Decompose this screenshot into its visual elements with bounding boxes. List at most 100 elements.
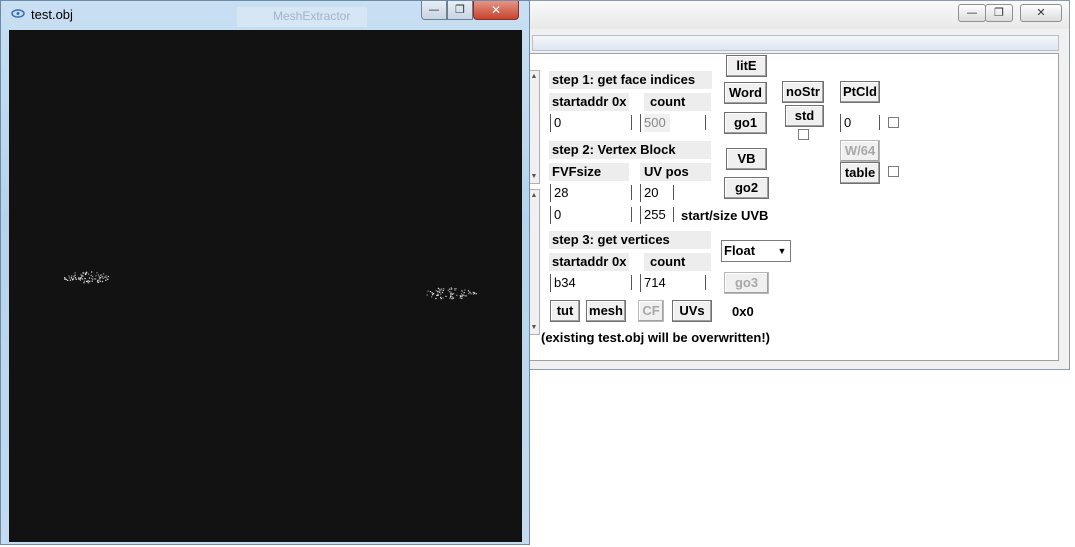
cf-button: CF bbox=[638, 300, 664, 322]
point bbox=[439, 291, 441, 293]
render-canvas[interactable] bbox=[9, 30, 522, 542]
step3-startaddr-label: startaddr 0x bbox=[549, 253, 629, 271]
point bbox=[103, 273, 105, 275]
point bbox=[80, 277, 82, 279]
step2-uvb-size-field[interactable]: 255 bbox=[640, 206, 674, 224]
point bbox=[105, 279, 107, 281]
step3-header: step 3: get vertices bbox=[549, 231, 711, 249]
viewer-close-button[interactable]: ✕ bbox=[473, 1, 519, 20]
point bbox=[456, 294, 458, 296]
tut-button[interactable]: tut bbox=[550, 300, 580, 322]
step2-fvfsize-value: 28 bbox=[554, 185, 569, 200]
point bbox=[88, 277, 91, 279]
viewer-minimize-button[interactable]: — bbox=[421, 1, 447, 20]
std-button[interactable]: std bbox=[785, 105, 824, 127]
point bbox=[83, 282, 85, 284]
step1-count-label: count bbox=[644, 93, 711, 111]
point bbox=[97, 281, 100, 283]
scroll-up-arrow-icon[interactable]: ▲ bbox=[529, 72, 539, 82]
point bbox=[469, 291, 471, 293]
chevron-down-icon[interactable]: ▼ bbox=[775, 242, 789, 260]
point bbox=[459, 297, 461, 299]
table-button[interactable]: table bbox=[840, 162, 880, 184]
point bbox=[98, 276, 100, 278]
point bbox=[463, 294, 465, 297]
point bbox=[102, 277, 104, 279]
point bbox=[451, 288, 453, 290]
word-button[interactable]: Word bbox=[724, 82, 767, 104]
step2-uvb-start-field[interactable]: 0 bbox=[550, 206, 632, 224]
point bbox=[463, 292, 465, 294]
step2-uvb-size-value: 255 bbox=[644, 207, 666, 222]
point bbox=[451, 298, 453, 300]
point bbox=[81, 274, 83, 276]
step1-startaddr-label: startaddr 0x bbox=[549, 93, 629, 111]
uvs-button[interactable]: UVs bbox=[672, 300, 712, 322]
point bbox=[474, 291, 476, 294]
extractor-restore-button[interactable]: ❐ bbox=[985, 4, 1013, 22]
ptcld-field[interactable]: 0 bbox=[840, 114, 880, 132]
point bbox=[470, 293, 472, 295]
scroll-up-arrow-icon[interactable]: ▲ bbox=[529, 191, 539, 201]
mesh-button[interactable]: mesh bbox=[586, 300, 626, 322]
point bbox=[83, 280, 85, 282]
scroll-down-arrow-icon[interactable]: ▼ bbox=[529, 172, 539, 182]
point bbox=[78, 278, 80, 280]
format-select[interactable]: Float ▼ bbox=[721, 240, 791, 262]
lite-button[interactable]: litE bbox=[726, 55, 767, 77]
point bbox=[472, 291, 474, 294]
point bbox=[97, 274, 99, 276]
point bbox=[85, 280, 88, 282]
point bbox=[99, 278, 101, 280]
mesh-extractor-window: — ❐ ✕ ▲ ▼ ▲ ▼ step 1: get face indices s… bbox=[527, 0, 1070, 370]
step1-startaddr-value: 0 bbox=[554, 115, 562, 130]
table-checkbox[interactable] bbox=[888, 166, 899, 177]
ptcld-button[interactable]: PtCld bbox=[840, 81, 880, 103]
point bbox=[91, 271, 93, 273]
point bbox=[69, 279, 71, 281]
point bbox=[427, 290, 429, 292]
point-cloud-render bbox=[64, 271, 477, 300]
point bbox=[451, 292, 453, 295]
go1-button[interactable]: go1 bbox=[724, 112, 767, 134]
point bbox=[435, 297, 437, 300]
point bbox=[453, 293, 455, 295]
point bbox=[88, 273, 90, 275]
point bbox=[449, 288, 451, 290]
step3-count-value: 714 bbox=[644, 275, 666, 290]
point bbox=[72, 279, 74, 281]
point bbox=[440, 293, 442, 295]
point bbox=[431, 296, 433, 298]
step3-count-field[interactable]: 714 bbox=[640, 274, 706, 292]
go3-button: go3 bbox=[724, 272, 769, 294]
extractor-title-bar[interactable]: — ❐ ✕ bbox=[528, 1, 1069, 29]
step2-uvpos-field[interactable]: 20 bbox=[640, 184, 674, 202]
viewer-title: test.obj bbox=[31, 7, 73, 22]
ptcld-checkbox[interactable] bbox=[888, 117, 899, 128]
point bbox=[74, 274, 76, 276]
point bbox=[67, 279, 69, 281]
step3-startaddr-field[interactable]: b34 bbox=[550, 274, 632, 292]
point bbox=[79, 279, 81, 281]
nostr-button[interactable]: noStr bbox=[782, 81, 824, 103]
point bbox=[439, 288, 441, 290]
point bbox=[475, 293, 477, 295]
vb-button[interactable]: VB bbox=[726, 148, 767, 170]
point bbox=[461, 297, 463, 299]
point bbox=[104, 276, 106, 278]
point bbox=[73, 276, 75, 278]
point bbox=[455, 288, 457, 290]
step1-count-field: 500 bbox=[640, 114, 706, 132]
point bbox=[441, 291, 444, 294]
std-checkbox[interactable] bbox=[798, 129, 809, 140]
extractor-close-button[interactable]: ✕ bbox=[1020, 4, 1062, 22]
w64-button: W/64 bbox=[840, 140, 880, 162]
viewer-restore-button[interactable]: ❐ bbox=[447, 1, 473, 20]
point bbox=[435, 290, 437, 292]
step2-fvfsize-field[interactable]: 28 bbox=[550, 184, 632, 202]
point bbox=[461, 293, 463, 295]
scroll-down-arrow-icon[interactable]: ▼ bbox=[529, 323, 539, 333]
go2-button[interactable]: go2 bbox=[724, 177, 769, 199]
step1-startaddr-field[interactable]: 0 bbox=[550, 114, 632, 132]
extractor-minimize-button[interactable]: — bbox=[958, 4, 986, 22]
